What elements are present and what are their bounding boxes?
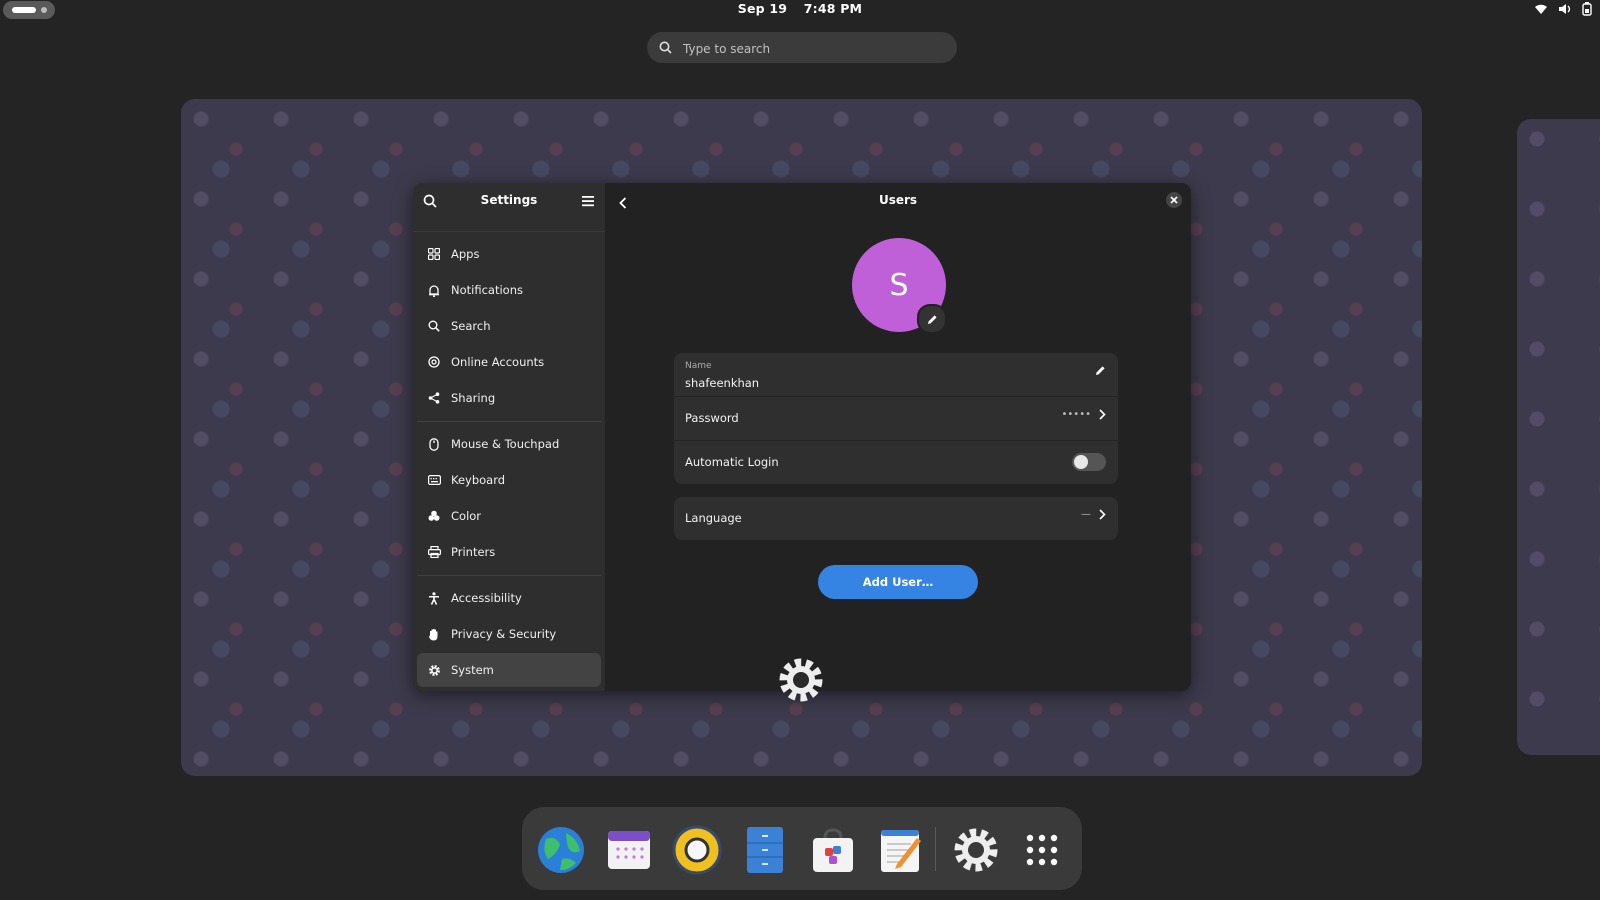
overview-search[interactable] (647, 32, 957, 65)
system-tray[interactable] (1534, 2, 1592, 16)
user-details-card: Name shafeenkhan Password ••••• Automati… (674, 353, 1118, 484)
switch-knob (1074, 455, 1088, 469)
add-user-button[interactable]: Add User… (818, 565, 978, 599)
files-icon[interactable] (739, 824, 791, 876)
accessibility-icon (427, 591, 441, 605)
sidebar-item-notifications[interactable]: Notifications (417, 273, 601, 307)
sidebar-item-search[interactable]: Search (417, 309, 601, 343)
chevron-right-icon (1099, 509, 1106, 520)
dock (522, 807, 1082, 890)
sidebar-item-color[interactable]: Color (417, 499, 601, 533)
battery-icon (1582, 2, 1592, 16)
sidebar-item-printers[interactable]: Printers (417, 535, 601, 569)
name-caption: Name (685, 361, 712, 371)
dock-divider (935, 827, 936, 871)
automatic-login-row: Automatic Login (674, 441, 1118, 484)
password-control: ••••• (1062, 409, 1107, 420)
sidebar-item-label: System (451, 663, 494, 677)
sidebar-item-label: Online Accounts (451, 355, 545, 369)
workspace-next[interactable] (1517, 119, 1600, 755)
color-icon (427, 509, 441, 523)
sidebar-header: Settings (413, 183, 605, 232)
page-title: Users (878, 193, 918, 207)
sidebar-title: Settings (480, 193, 538, 207)
edit-name-button[interactable] (1095, 365, 1106, 376)
avatar-edit-button[interactable] (917, 304, 947, 334)
software-icon[interactable] (807, 824, 859, 876)
chevron-right-icon (1099, 409, 1106, 420)
sidebar-divider (417, 421, 601, 422)
name-row[interactable]: Name shafeenkhan (674, 353, 1118, 397)
sidebar-item-system[interactable]: System (417, 653, 601, 687)
avatar-letter: S (889, 267, 909, 303)
rhythmbox-icon[interactable] (671, 824, 723, 876)
sidebar-item-apps[interactable]: Apps (417, 237, 601, 271)
mouse-icon (427, 437, 441, 451)
calendar-icon[interactable] (603, 824, 655, 876)
language-value: — (1081, 509, 1091, 520)
settings-icon[interactable] (950, 824, 1002, 876)
automatic-login-switch-wrap (1072, 453, 1106, 471)
users-header: Users (605, 183, 1191, 217)
sidebar-item-label: Printers (451, 545, 496, 559)
pencil-icon (1096, 366, 1105, 375)
at-icon (427, 355, 441, 369)
sidebar-item-label: Color (451, 509, 482, 523)
language-row[interactable]: Language — (674, 497, 1118, 540)
sidebar-item-label: Apps (451, 247, 480, 261)
clock-time: 7:48 PM (803, 1, 863, 16)
settings-sidebar: Settings Apps Notifications Search Onlin… (413, 183, 605, 691)
name-value: shafeenkhan (685, 376, 760, 390)
web-browser-icon[interactable] (535, 824, 587, 876)
automatic-login-label: Automatic Login (685, 455, 779, 469)
language-label: Language (685, 511, 742, 525)
sidebar-item-label: Notifications (451, 283, 523, 297)
sidebar-item-label: Keyboard (451, 473, 506, 487)
settings-gear-icon (776, 655, 826, 709)
sidebar-item-online-accounts[interactable]: Online Accounts (417, 345, 601, 379)
app-grid-icon[interactable] (1016, 824, 1068, 876)
search-input[interactable] (681, 32, 945, 65)
settings-window[interactable]: Settings Apps Notifications Search Onlin… (413, 183, 1191, 691)
language-control: — (1081, 509, 1106, 520)
menu-icon[interactable] (581, 193, 595, 212)
sidebar-item-keyboard[interactable]: Keyboard (417, 463, 601, 497)
apps-icon (427, 247, 441, 261)
text-editor-icon[interactable] (875, 824, 927, 876)
search-icon (427, 319, 441, 333)
sidebar-divider (417, 575, 601, 576)
close-button[interactable] (1166, 192, 1182, 208)
printer-icon (427, 545, 441, 559)
sidebar-item-accessibility[interactable]: Accessibility (417, 581, 601, 615)
gear-icon (427, 663, 441, 677)
sidebar-item-label: Search (451, 319, 491, 333)
bell-icon (427, 283, 441, 297)
language-card: Language — (674, 497, 1118, 540)
keyboard-icon (427, 473, 441, 487)
sidebar-item-label: Privacy & Security (451, 627, 557, 641)
sidebar-item-label: Sharing (451, 391, 496, 405)
clock-date: Sep 19 (737, 1, 788, 16)
password-row[interactable]: Password ••••• (674, 397, 1118, 441)
volume-icon (1558, 3, 1572, 15)
password-value: ••••• (1061, 409, 1092, 420)
share-icon (427, 391, 441, 405)
sidebar-item-sharing[interactable]: Sharing (417, 381, 601, 415)
automatic-login-switch[interactable] (1072, 453, 1106, 471)
sidebar-item-label: Mouse & Touchpad (451, 437, 560, 451)
sidebar-item-label: Accessibility (451, 591, 522, 605)
top-bar: Sep 19 7:48 PM (0, 0, 1600, 20)
pencil-icon (927, 314, 937, 324)
wifi-icon (1534, 3, 1548, 15)
hand-icon (427, 627, 441, 641)
users-panel: Users S Name shafeenkhan Password ••••• (605, 183, 1191, 691)
clock[interactable]: Sep 19 7:48 PM (0, 0, 1600, 18)
sidebar-item-privacy-security[interactable]: Privacy & Security (417, 617, 601, 651)
sidebar-item-mouse-touchpad[interactable]: Mouse & Touchpad (417, 427, 601, 461)
password-label: Password (685, 411, 739, 425)
close-icon (1170, 196, 1178, 204)
